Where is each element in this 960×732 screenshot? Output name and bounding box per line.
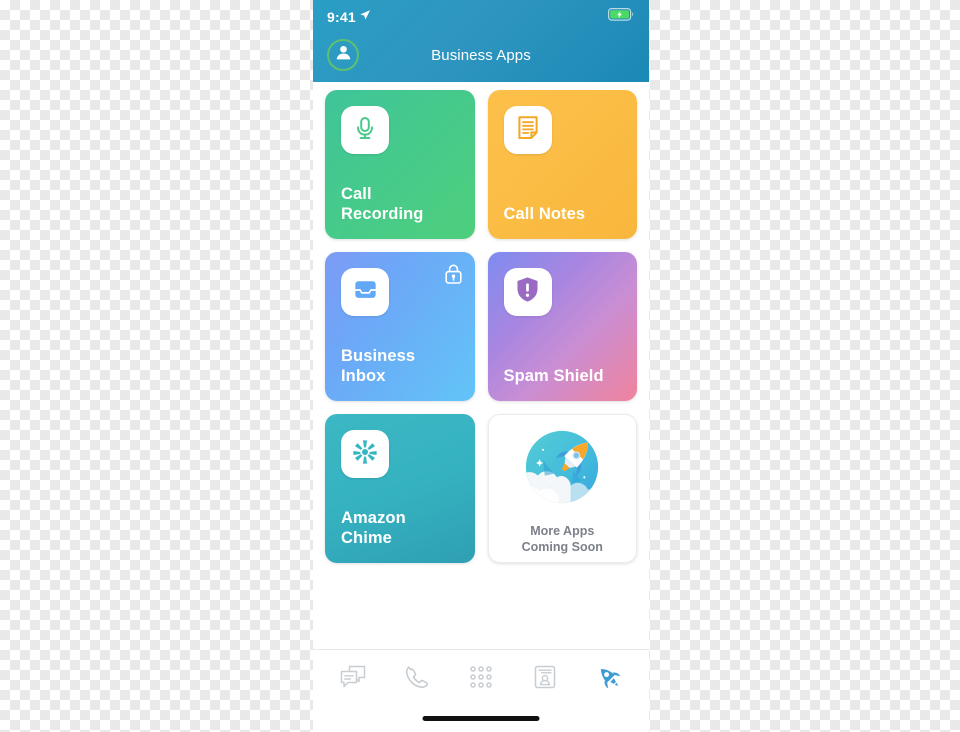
tab-contacts[interactable] [522, 657, 568, 701]
app-tile-more-apps[interactable]: More Apps Coming Soon [487, 414, 637, 563]
document-note-icon [514, 114, 542, 147]
person-avatar-icon [334, 43, 353, 67]
phone-icon [404, 664, 430, 695]
tile-icon-badge [341, 430, 389, 478]
lock-icon [444, 263, 463, 290]
page-title: Business Apps [431, 46, 531, 64]
tile-label: Call Notes [503, 205, 586, 224]
status-time: 9:41 [327, 9, 356, 25]
tile-icon-badge [341, 106, 389, 154]
location-arrow-icon [359, 8, 371, 26]
messages-icon [339, 664, 367, 695]
status-bar-left: 9:41 [327, 8, 371, 26]
tile-label: Spam Shield [503, 367, 604, 386]
rocket-icon [595, 663, 623, 696]
phone-screen: 9:41 Business Apps Call Recording Call N… [313, 0, 649, 732]
tab-apps-rocket[interactable] [586, 657, 632, 701]
app-grid-container: Call Recording Call Notes Business Inbox… [313, 82, 649, 650]
app-tile-spam-shield[interactable]: Spam Shield [487, 252, 637, 401]
rocket-planet-illustration [519, 424, 605, 515]
microphone-icon [351, 114, 379, 147]
tab-phone[interactable] [394, 657, 440, 701]
nav-bar: Business Apps [313, 30, 649, 80]
tab-bar [313, 649, 649, 732]
tile-label: Business Inbox [341, 346, 416, 386]
avatar[interactable] [327, 39, 359, 71]
app-tile-amazon-chime[interactable]: Amazon Chime [325, 414, 475, 563]
amazon-chime-icon [350, 437, 380, 472]
tile-icon-badge [503, 268, 552, 316]
app-tile-call-recording[interactable]: Call Recording [325, 90, 475, 239]
app-header: 9:41 Business Apps [313, 0, 649, 82]
shield-alert-icon [514, 275, 541, 309]
tile-icon-badge [503, 106, 552, 154]
app-tile-business-inbox[interactable]: Business Inbox [325, 252, 475, 401]
home-indicator [422, 716, 540, 721]
keypad-icon [469, 665, 493, 694]
tile-label: Amazon Chime [341, 508, 406, 548]
tab-messages[interactable] [330, 657, 376, 701]
tab-bar-items [313, 650, 649, 708]
contacts-icon [533, 664, 557, 695]
tab-keypad[interactable] [458, 657, 504, 701]
status-bar-right [608, 8, 635, 26]
tile-icon-badge [341, 268, 389, 316]
app-grid: Call Recording Call Notes Business Inbox… [325, 90, 637, 563]
more-apps-label: More Apps Coming Soon [521, 523, 603, 555]
app-tile-call-notes[interactable]: Call Notes [487, 90, 637, 239]
inbox-tray-icon [351, 275, 380, 309]
battery-charging-icon [608, 8, 635, 26]
tile-label: Call Recording [341, 184, 424, 224]
status-bar: 9:41 [313, 0, 649, 30]
